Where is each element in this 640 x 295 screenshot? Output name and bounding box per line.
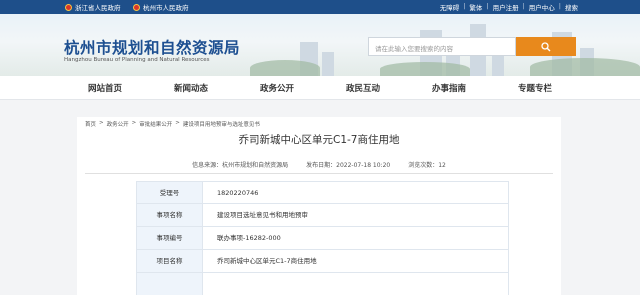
table-row: 受理号 1820220746	[136, 181, 509, 204]
search-input[interactable]: 请在此输入您要搜索的内容	[368, 37, 516, 56]
separator: |	[463, 2, 466, 10]
row-label: 事项编号	[137, 227, 203, 249]
separator: |	[522, 2, 525, 10]
search-button[interactable]	[516, 37, 576, 56]
nav-item-gov-affairs[interactable]: 政务公开	[260, 82, 294, 94]
article-meta: 信息来源：杭州市规划和自然资源局 发布日期：2022-07-18 10:20 浏…	[77, 160, 561, 169]
main-nav: 网站首页 新闻动态 政务公开 政民互动 办事指南 专题专栏	[0, 76, 640, 100]
nav-item-home[interactable]: 网站首页	[88, 82, 122, 94]
register-link[interactable]: 用户注册	[493, 2, 519, 12]
row-value: 建设项目选址意见书和用地预审	[217, 211, 308, 219]
nav-item-news[interactable]: 新闻动态	[174, 82, 208, 94]
site-title[interactable]: 杭州市规划和自然资源局	[64, 36, 240, 58]
article-source: 信息来源：杭州市规划和自然资源局	[192, 162, 289, 169]
row-value: 1820220746	[217, 189, 259, 197]
nav-item-guide[interactable]: 办事指南	[432, 82, 466, 94]
top-links: 无障碍 | 繁体 | 用户注册 | 用户中心 | 搜索	[440, 2, 578, 12]
national-emblem-icon	[65, 3, 72, 11]
separator: |	[486, 2, 489, 10]
gov-link-hangzhou[interactable]: 杭州市人民政府	[133, 2, 189, 12]
site-subtitle: Hangzhou Bureau of Planning and Natural …	[64, 57, 210, 63]
breadcrumb-item[interactable]: 首页	[85, 120, 96, 128]
nav-item-interaction[interactable]: 政民互动	[346, 82, 380, 94]
row-label: 事项名称	[137, 204, 203, 226]
article-title: 乔司新城中心区单元C1-7商住用地	[238, 134, 400, 146]
accessibility-link[interactable]: 无障碍	[440, 2, 460, 12]
row-label: 项目名称	[137, 250, 203, 272]
tree-silhouette	[250, 60, 320, 76]
breadcrumb: 首页 > 政务公开 > 审批结果公开 > 建设项目用地预审与选址意见书	[85, 120, 260, 128]
top-bar: 浙江省人民政府 杭州市人民政府 无障碍 | 繁体 | 用户注册 | 用户中心 |…	[0, 0, 640, 14]
gov-link-label: 杭州市人民政府	[143, 4, 189, 12]
breadcrumb-item[interactable]: 建设项目用地预审与选址意见书	[183, 120, 260, 128]
info-table: 受理号 1820220746 事项名称 建设项目选址意见书和用地预审 事项编号 …	[136, 181, 509, 295]
breadcrumb-separator: >	[131, 120, 137, 126]
search-link[interactable]: 搜索	[565, 2, 578, 12]
breadcrumb-item[interactable]: 政务公开	[107, 120, 129, 128]
article-views: 浏览次数：12	[408, 162, 446, 169]
gov-link-label: 浙江省人民政府	[75, 4, 121, 12]
nav-item-special[interactable]: 专题专栏	[518, 82, 552, 94]
divider	[85, 173, 553, 174]
row-value	[203, 273, 508, 295]
traditional-chinese-link[interactable]: 繁体	[469, 2, 482, 12]
separator: |	[558, 2, 561, 10]
user-center-link[interactable]: 用户中心	[529, 2, 555, 12]
gov-link-zhejiang[interactable]: 浙江省人民政府	[65, 2, 121, 12]
row-label: 受理号	[137, 182, 203, 203]
tree-silhouette	[380, 62, 470, 76]
table-row: 事项编号 联办事项-16282-000	[136, 227, 509, 250]
content-panel: 首页 > 政务公开 > 审批结果公开 > 建设项目用地预审与选址意见书 乔司新城…	[77, 117, 561, 295]
table-row: 事项名称 建设项目选址意见书和用地预审	[136, 204, 509, 227]
table-row: 项目名称 乔司新城中心区单元C1-7商住用地	[136, 250, 509, 273]
article-date: 发布日期：2022-07-18 10:20	[306, 162, 391, 169]
tree-silhouette	[530, 58, 640, 76]
breadcrumb-item[interactable]: 审批结果公开	[139, 120, 172, 128]
search-icon	[541, 41, 551, 51]
table-row	[136, 273, 509, 295]
breadcrumb-separator: >	[99, 120, 104, 126]
skyline-building	[322, 52, 334, 76]
row-value: 乔司新城中心区单元C1-7商住用地	[217, 257, 317, 265]
national-emblem-icon	[133, 3, 140, 11]
row-value: 联办事项-16282-000	[217, 234, 281, 242]
row-label	[137, 273, 203, 295]
breadcrumb-separator: >	[175, 120, 180, 126]
